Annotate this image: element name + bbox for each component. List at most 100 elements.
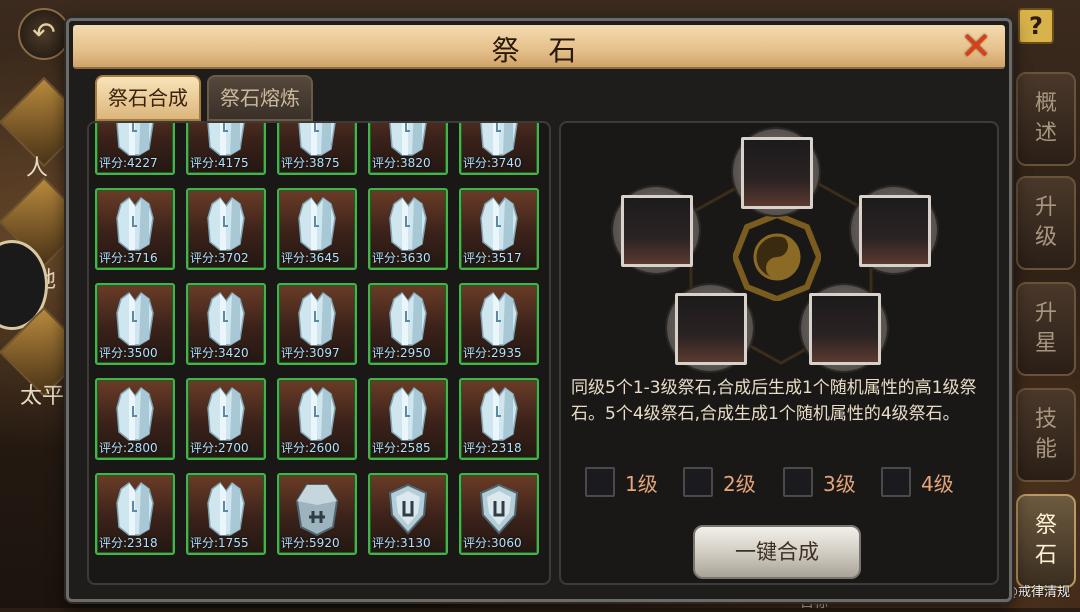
inventory-slot[interactable]: 评分:3716 xyxy=(95,188,175,270)
crystal-icon xyxy=(384,196,432,252)
close-button[interactable]: ✕ xyxy=(957,27,995,65)
inventory-slot[interactable]: 评分:3820 xyxy=(368,123,448,175)
crystal-icon xyxy=(384,123,432,157)
inventory-slot[interactable]: 评分:2950 xyxy=(368,283,448,365)
stone-slot xyxy=(859,195,931,267)
item-score: 评分:3500 xyxy=(99,346,158,360)
item-score: 评分:3097 xyxy=(281,346,340,360)
item-score: 评分:3630 xyxy=(372,251,431,265)
crystal-icon xyxy=(384,291,432,347)
inventory-slot[interactable]: 评分:2318 xyxy=(95,473,175,555)
crystal-icon xyxy=(202,196,250,252)
item-score: 评分:3645 xyxy=(281,251,340,265)
crystal-icon xyxy=(475,291,523,347)
inventory-slot[interactable]: 评分:2700 xyxy=(186,378,266,460)
level-label-3: 3级 xyxy=(823,471,856,496)
side-tab-4[interactable]: 技 能 xyxy=(1016,388,1076,482)
inventory-slot[interactable]: 评分:3500 xyxy=(95,283,175,365)
crystal-icon xyxy=(111,123,159,157)
inventory-slot[interactable]: 评分:4227 xyxy=(95,123,175,175)
level-label-4: 4级 xyxy=(921,471,954,496)
back-button[interactable]: ↶ xyxy=(18,8,70,60)
crystal-icon xyxy=(293,196,341,252)
item-score: 评分:2585 xyxy=(372,441,431,455)
stone-socket-left[interactable] xyxy=(613,187,699,273)
level-checkbox-1[interactable] xyxy=(585,467,615,497)
item-score: 评分:3517 xyxy=(463,251,522,265)
crystal-icon xyxy=(111,386,159,442)
item-score: 评分:3820 xyxy=(372,156,431,170)
inventory-slot[interactable]: 评分:2318 xyxy=(459,378,539,460)
inventory-slot[interactable]: 评分:2600 xyxy=(277,378,357,460)
inventory-slot[interactable]: 评分:3517 xyxy=(459,188,539,270)
level-option-3[interactable]: 3级 xyxy=(783,467,856,497)
crystal-icon xyxy=(111,481,159,537)
level-checkbox-4[interactable] xyxy=(881,467,911,497)
tab-jishi-ronglian[interactable]: 祭石熔炼 xyxy=(207,75,313,121)
crystal-icon xyxy=(475,196,523,252)
inventory-slot[interactable]: 评分:3702 xyxy=(186,188,266,270)
stone-socket-top[interactable] xyxy=(733,129,819,215)
level-checkbox-2[interactable] xyxy=(683,467,713,497)
side-tab-2[interactable]: 升 级 xyxy=(1016,176,1076,270)
item-score: 评分:3130 xyxy=(372,536,431,550)
inventory-slot[interactable]: 评分:1755 xyxy=(186,473,266,555)
item-score: 评分:2935 xyxy=(463,346,522,360)
inventory-slot[interactable]: 评分:3130 xyxy=(368,473,448,555)
level-checkbox-3[interactable] xyxy=(783,467,813,497)
stone-slot xyxy=(741,137,813,209)
item-score: 评分:3716 xyxy=(99,251,158,265)
side-tab-1[interactable]: 概 述 xyxy=(1016,72,1076,166)
inventory-slot[interactable]: 评分:2585 xyxy=(368,378,448,460)
inventory-slot[interactable]: 评分:3645 xyxy=(277,188,357,270)
crystal-icon xyxy=(202,386,250,442)
level-option-1[interactable]: 1级 xyxy=(585,467,658,497)
one-key-merge-button[interactable]: 一键合成 xyxy=(693,525,861,579)
item-score: 评分:2600 xyxy=(281,441,340,455)
item-score: 评分:3740 xyxy=(463,156,522,170)
crystal-icon xyxy=(111,196,159,252)
item-score: 评分:2318 xyxy=(463,441,522,455)
inventory-slot[interactable]: 评分:5920 xyxy=(277,473,357,555)
inventory-slot[interactable]: 评分:3420 xyxy=(186,283,266,365)
inventory-slot[interactable]: 评分:4175 xyxy=(186,123,266,175)
crystal-icon xyxy=(475,386,523,442)
inventory-slot[interactable]: 评分:3740 xyxy=(459,123,539,175)
item-score: 评分:3702 xyxy=(190,251,249,265)
side-tab-3[interactable]: 升 星 xyxy=(1016,282,1076,376)
stone-socket-bottom-right[interactable] xyxy=(801,285,887,371)
level-label-2: 2级 xyxy=(723,471,756,496)
level-option-4[interactable]: 4级 xyxy=(881,467,954,497)
inventory-slot[interactable]: 评分:3097 xyxy=(277,283,357,365)
synthesis-panel: 同级5个1-3级祭石,合成后生成1个随机属性的高1级祭石。5个4级祭石,合成生成… xyxy=(559,121,999,585)
stone-icon xyxy=(293,481,341,537)
item-score: 评分:4227 xyxy=(99,156,158,170)
item-score: 评分:4175 xyxy=(190,156,249,170)
item-score: 评分:1755 xyxy=(190,536,249,550)
tab-jishi-hecheng[interactable]: 祭石合成 xyxy=(95,75,201,121)
item-score: 评分:2318 xyxy=(99,536,158,550)
inventory-slot[interactable]: 评分:2935 xyxy=(459,283,539,365)
crystal-icon xyxy=(384,386,432,442)
item-score: 评分:3420 xyxy=(190,346,249,360)
side-tab-5[interactable]: 祭 石 xyxy=(1016,494,1076,588)
stone-slot xyxy=(621,195,693,267)
item-score: 评分:2700 xyxy=(190,441,249,455)
level-option-2[interactable]: 2级 xyxy=(683,467,756,497)
crystal-icon xyxy=(293,123,341,157)
inventory-slot[interactable]: 评分:2800 xyxy=(95,378,175,460)
inventory-slot[interactable]: 评分:3630 xyxy=(368,188,448,270)
stone-slot xyxy=(809,293,881,365)
crystal-icon xyxy=(202,123,250,157)
crystal-icon xyxy=(202,481,250,537)
inventory-panel[interactable]: 评分:4227 评分:4175 评分:3875 评分:3820 评分:3740 评分:37… xyxy=(87,121,551,585)
synthesis-description: 同级5个1-3级祭石,合成后生成1个随机属性的高1级祭石。5个4级祭石,合成生成… xyxy=(571,378,977,424)
inventory-slot[interactable]: 评分:3875 xyxy=(277,123,357,175)
level-label-1: 1级 xyxy=(625,471,658,496)
inventory-slot[interactable]: 评分:3060 xyxy=(459,473,539,555)
stone-socket-right[interactable] xyxy=(851,187,937,273)
help-button[interactable]: ? xyxy=(1018,8,1054,44)
item-score: 评分:2800 xyxy=(99,441,158,455)
item-score: 评分:5920 xyxy=(281,536,340,550)
stone-socket-bottom-left[interactable] xyxy=(667,285,753,371)
